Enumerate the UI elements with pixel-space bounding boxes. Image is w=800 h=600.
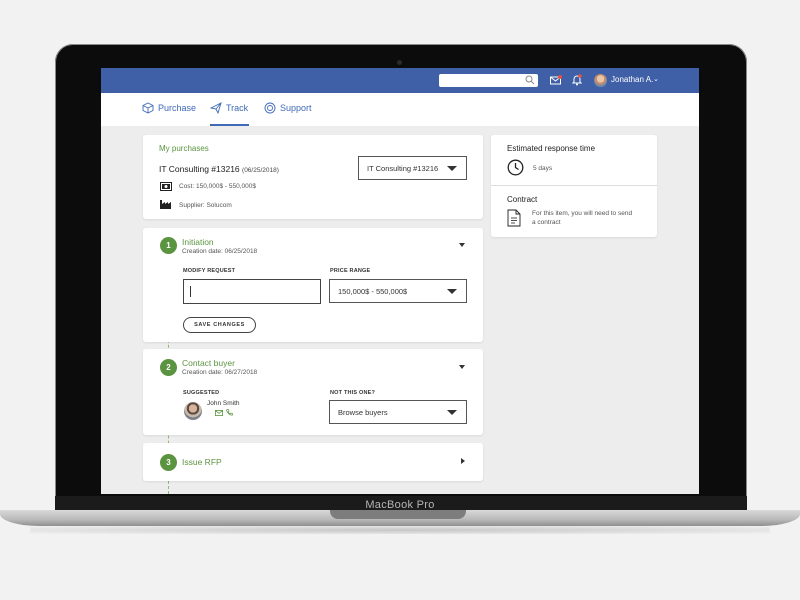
purchases-heading: My purchases — [159, 144, 209, 153]
lifebuoy-icon — [264, 102, 276, 114]
modify-request-input[interactable] — [183, 279, 321, 304]
buyer-name: John Smith — [207, 400, 240, 407]
app-screen: Jonathan A. ⌄ Purchase Track Support My … — [101, 68, 699, 494]
laptop-notch — [330, 510, 466, 519]
step-title[interactable]: Issue RFP — [182, 457, 222, 467]
top-bar: Jonathan A. ⌄ — [101, 68, 699, 93]
response-time-title: Estimated response time — [507, 144, 596, 153]
price-range-label: PRICE RANGE — [330, 268, 371, 274]
clock-icon — [507, 159, 524, 176]
mail-icon[interactable] — [215, 410, 223, 416]
contract-title: Contract — [507, 195, 538, 204]
response-time-value: 5 days — [533, 165, 553, 172]
purchase-title: IT Consulting #13216 — [159, 164, 240, 174]
tab-support[interactable]: Support — [264, 102, 312, 126]
dropdown-arrow-icon — [447, 289, 457, 294]
purchase-date: (06/25/2018) — [242, 167, 279, 174]
step-title[interactable]: Contact buyer — [182, 358, 235, 368]
not-this-one-label: NOT THIS ONE? — [330, 390, 376, 396]
price-range-value: 150,000$ - 550,000$ — [338, 287, 408, 296]
tab-label: Support — [280, 103, 312, 113]
step-number-badge: 2 — [160, 359, 177, 376]
camera — [397, 60, 402, 65]
dropdown-arrow-icon — [447, 410, 457, 415]
step-number-badge: 1 — [160, 237, 177, 254]
divider — [491, 185, 657, 186]
save-changes-button[interactable]: SAVE CHANGES — [183, 317, 256, 333]
step-creation-date: Creation date: 06/27/2018 — [182, 369, 258, 376]
collapse-caret-icon[interactable] — [459, 243, 465, 247]
purchase-select[interactable]: IT Consulting #13216 — [358, 156, 467, 180]
chevron-down-icon[interactable]: ⌄ — [653, 75, 659, 83]
collapse-caret-icon[interactable] — [459, 365, 465, 369]
search-input[interactable] — [439, 74, 538, 87]
modify-request-label: MODIFY REQUEST — [183, 268, 236, 274]
step-title[interactable]: Initiation — [182, 237, 214, 247]
active-tab-indicator — [210, 124, 249, 126]
box-icon — [142, 102, 154, 114]
money-icon — [160, 182, 172, 191]
side-info-card: Estimated response time 5 days Contract … — [491, 135, 657, 237]
mail-icon[interactable] — [550, 75, 562, 86]
text-cursor — [190, 286, 191, 297]
factory-icon — [160, 200, 171, 209]
purchase-title-line: IT Consulting #13216 (06/25/2018) — [159, 164, 279, 174]
tab-purchase[interactable]: Purchase — [142, 102, 197, 126]
search-icon[interactable] — [525, 75, 535, 85]
step-issue-rfp-card[interactable]: 3 Issue RFP — [143, 443, 483, 481]
paper-plane-icon — [210, 102, 222, 114]
tab-label: Purchase — [158, 103, 197, 113]
tab-label: Track — [226, 103, 249, 113]
step-creation-date: Creation date: 06/25/2018 — [182, 248, 258, 255]
browse-buyers-select[interactable]: Browse buyers — [329, 400, 467, 424]
buyer-avatar — [184, 402, 202, 420]
user-name[interactable]: Jonathan A. — [611, 75, 653, 84]
browse-buyers-value: Browse buyers — [338, 408, 388, 417]
step-initiation-card: 1 Initiation Creation date: 06/25/2018 M… — [143, 228, 483, 342]
purchase-supplier: Supplier: Solucom — [179, 202, 232, 209]
suggested-label: SUGGESTED — [183, 390, 220, 396]
expand-caret-icon[interactable] — [461, 458, 465, 464]
price-range-select[interactable]: 150,000$ - 550,000$ — [329, 279, 467, 303]
tab-track[interactable]: Track — [210, 102, 249, 126]
contract-text-2: a contract — [532, 219, 561, 226]
purchase-cost: Cost: 150,000$ - 550,000$ — [179, 183, 256, 190]
avatar[interactable] — [594, 74, 607, 87]
phone-icon[interactable] — [226, 409, 233, 416]
step-contact-buyer-card: 2 Contact buyer Creation date: 06/27/201… — [143, 349, 483, 435]
laptop-shadow — [30, 526, 770, 534]
tab-bar: Purchase Track Support — [101, 93, 699, 126]
bell-icon[interactable] — [572, 74, 582, 86]
step-number-badge: 3 — [160, 454, 177, 471]
document-icon — [507, 209, 521, 227]
purchases-card: My purchases IT Consulting #13216 (06/25… — [143, 135, 483, 219]
purchase-select-value: IT Consulting #13216 — [367, 164, 439, 173]
contract-text-1: For this item, you will need to send — [532, 210, 633, 217]
dropdown-arrow-icon — [447, 166, 457, 171]
